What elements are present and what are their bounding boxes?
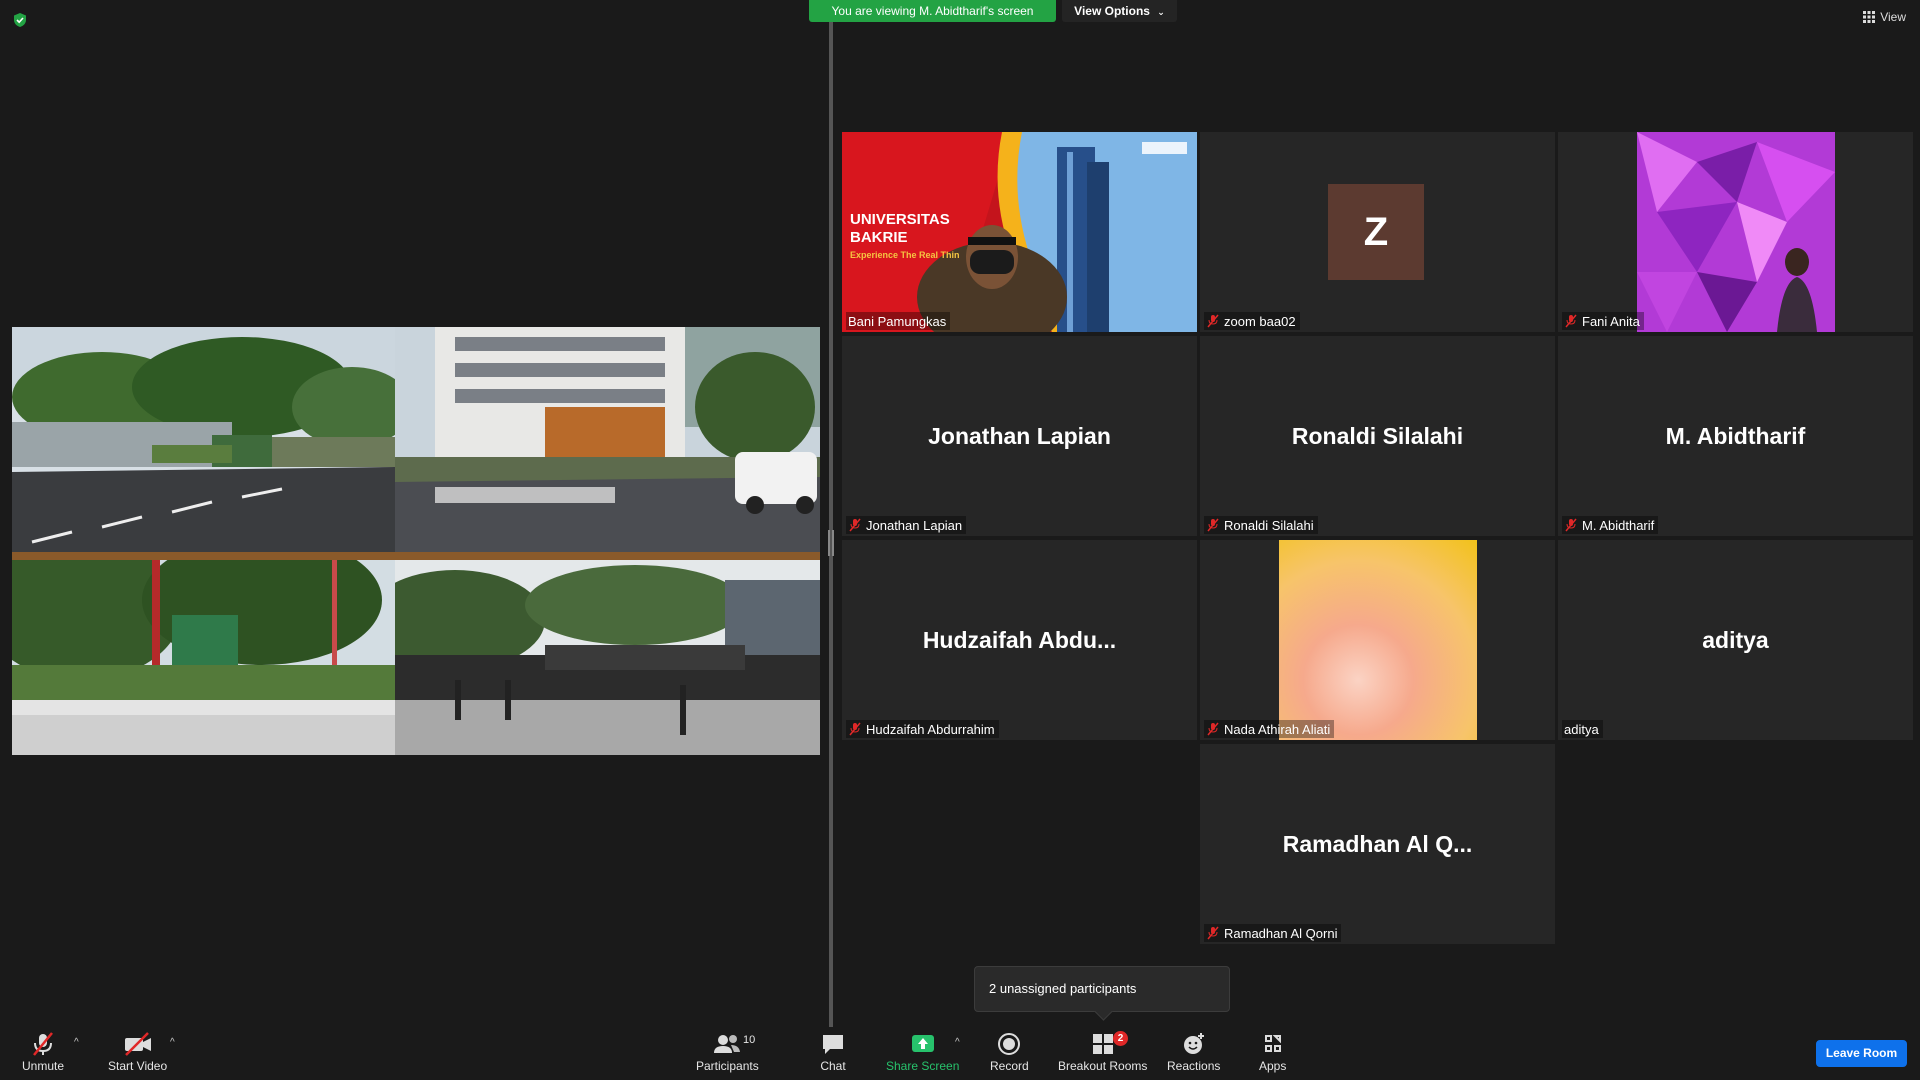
participant-tile[interactable]: Fani Anita xyxy=(1558,132,1913,332)
avatar: Z xyxy=(1328,184,1424,280)
view-options-label: View Options xyxy=(1074,4,1150,18)
slide-line2: BAKRIE xyxy=(850,229,908,246)
unmute-button[interactable]: Unmute xyxy=(22,1031,64,1073)
mic-muted-icon xyxy=(1207,314,1219,328)
street-photo-4 xyxy=(395,560,820,755)
video-options-caret-icon[interactable]: ^ xyxy=(170,1037,175,1048)
divider-drag-handle[interactable] xyxy=(826,530,836,556)
shared-screen[interactable] xyxy=(12,327,820,755)
participant-name-label: Nada Athirah Aliati xyxy=(1204,720,1335,738)
participant-tile[interactable]: UNIVERSITAS BAKRIE Experience The Real T… xyxy=(842,132,1197,332)
participant-name-label: Hudzaifah Abdurrahim xyxy=(846,720,999,738)
participant-name-label: Jonathan Lapian xyxy=(846,516,967,534)
apps-label: Apps xyxy=(1259,1059,1287,1073)
chevron-down-icon: ⌄ xyxy=(1157,7,1165,17)
breakout-rooms-icon xyxy=(1092,1034,1113,1054)
meeting-toolbar: Unmute ^ Start Video ^ Participants 10 C… xyxy=(0,1027,1920,1080)
slide-tagline: Experience The Real Thin xyxy=(850,250,960,260)
reactions-button[interactable]: Reactions xyxy=(1167,1031,1220,1073)
mic-muted-icon xyxy=(1207,926,1219,940)
unmute-label: Unmute xyxy=(22,1059,65,1073)
participant-display-name: Hudzaifah Abdu... xyxy=(922,626,1117,653)
share-screen-label: Share Screen xyxy=(886,1059,960,1073)
breakout-rooms-badge: 2 xyxy=(1113,1031,1128,1046)
participants-label: Participants xyxy=(696,1059,759,1073)
participant-tile[interactable]: Nada Athirah Aliati xyxy=(1200,540,1555,740)
audio-options-caret-icon[interactable]: ^ xyxy=(74,1037,79,1048)
video-off-icon xyxy=(124,1032,151,1056)
view-label: View xyxy=(1880,10,1906,24)
participant-tile[interactable]: aditya aditya xyxy=(1558,540,1913,740)
street-photo-1 xyxy=(12,327,395,552)
chat-label: Chat xyxy=(820,1059,846,1073)
participant-tile[interactable]: Jonathan Lapian Jonathan Lapian xyxy=(842,336,1197,536)
participant-display-name: aditya xyxy=(1702,626,1769,653)
unassigned-participants-tooltip[interactable]: 2 unassigned participants xyxy=(974,966,1230,1012)
presenter-video: UNIVERSITAS BAKRIE Experience The Real T… xyxy=(842,132,1197,332)
participants-count: 10 xyxy=(743,1034,756,1046)
record-button[interactable]: Record xyxy=(990,1031,1029,1073)
share-screen-button[interactable]: Share Screen xyxy=(886,1031,959,1073)
slide-line1: UNIVERSITAS xyxy=(850,211,950,228)
record-label: Record xyxy=(990,1059,1029,1073)
share-options-caret-icon[interactable]: ^ xyxy=(955,1037,960,1048)
leave-room-button[interactable]: Leave Room xyxy=(1816,1040,1907,1067)
mic-muted-icon xyxy=(1207,518,1219,532)
share-screen-icon xyxy=(911,1035,934,1052)
start-video-label: Start Video xyxy=(108,1059,168,1073)
participants-icon xyxy=(714,1035,741,1053)
participant-name-label: Ramadhan Al Qorni xyxy=(1204,924,1342,942)
mic-muted-icon xyxy=(849,518,861,532)
participant-name-label: M. Abidtharif xyxy=(1562,516,1659,534)
mic-muted-icon xyxy=(1207,722,1219,736)
chat-button[interactable]: Chat xyxy=(820,1031,846,1073)
breakout-rooms-button[interactable]: Breakout Rooms xyxy=(1058,1031,1147,1073)
participant-tile[interactable]: Z zoom baa02 xyxy=(1200,132,1555,332)
participant-tile[interactable]: M. Abidtharif M. Abidtharif xyxy=(1558,336,1913,536)
mic-muted-icon xyxy=(849,722,861,736)
participant-name-label: zoom baa02 xyxy=(1204,312,1300,330)
participant-tile[interactable]: Hudzaifah Abdu... Hudzaifah Abdurrahim xyxy=(842,540,1197,740)
reactions-icon xyxy=(1183,1033,1204,1054)
participant-name-label: Bani Pamungkas xyxy=(846,312,951,330)
viewing-screen-banner: You are viewing M. Abidtharif's screen xyxy=(809,0,1056,22)
encryption-shield-icon[interactable] xyxy=(12,12,28,28)
street-photo-2 xyxy=(395,327,820,552)
chat-icon xyxy=(823,1035,843,1054)
record-icon xyxy=(998,1033,1021,1055)
split-view-divider[interactable] xyxy=(829,22,833,1027)
breakout-rooms-label: Breakout Rooms xyxy=(1058,1059,1148,1073)
participant-tile[interactable]: Ronaldi Silalahi Ronaldi Silalahi xyxy=(1200,336,1555,536)
mic-muted-icon xyxy=(33,1032,53,1056)
apps-icon xyxy=(1264,1035,1281,1052)
participant-name-label: Ronaldi Silalahi xyxy=(1204,516,1318,534)
participant-name-label: aditya xyxy=(1562,720,1603,738)
mic-muted-icon xyxy=(1565,314,1577,328)
street-photo-3 xyxy=(12,560,395,755)
participant-display-name: Jonathan Lapian xyxy=(928,422,1111,449)
participant-display-name: Ronaldi Silalahi xyxy=(1291,422,1464,449)
participant-name-label: Fani Anita xyxy=(1562,312,1644,330)
mic-muted-icon xyxy=(1565,518,1577,532)
reactions-label: Reactions xyxy=(1167,1059,1221,1073)
participant-profile-image xyxy=(1279,540,1477,740)
participant-display-name: M. Abidtharif xyxy=(1665,422,1806,449)
zoom-meeting-window: You are viewing M. Abidtharif's screen V… xyxy=(0,0,1920,1080)
start-video-button[interactable]: Start Video xyxy=(108,1031,167,1073)
apps-button[interactable]: Apps xyxy=(1259,1031,1286,1073)
grid-view-icon xyxy=(1863,11,1876,23)
participant-photo xyxy=(1637,132,1835,332)
view-options-button[interactable]: View Options ⌄ xyxy=(1062,0,1177,22)
participant-tile[interactable]: Ramadhan Al Q... Ramadhan Al Qorni xyxy=(1200,744,1555,944)
participant-display-name: Ramadhan Al Q... xyxy=(1282,830,1473,857)
view-layout-button[interactable]: View xyxy=(1863,10,1906,24)
